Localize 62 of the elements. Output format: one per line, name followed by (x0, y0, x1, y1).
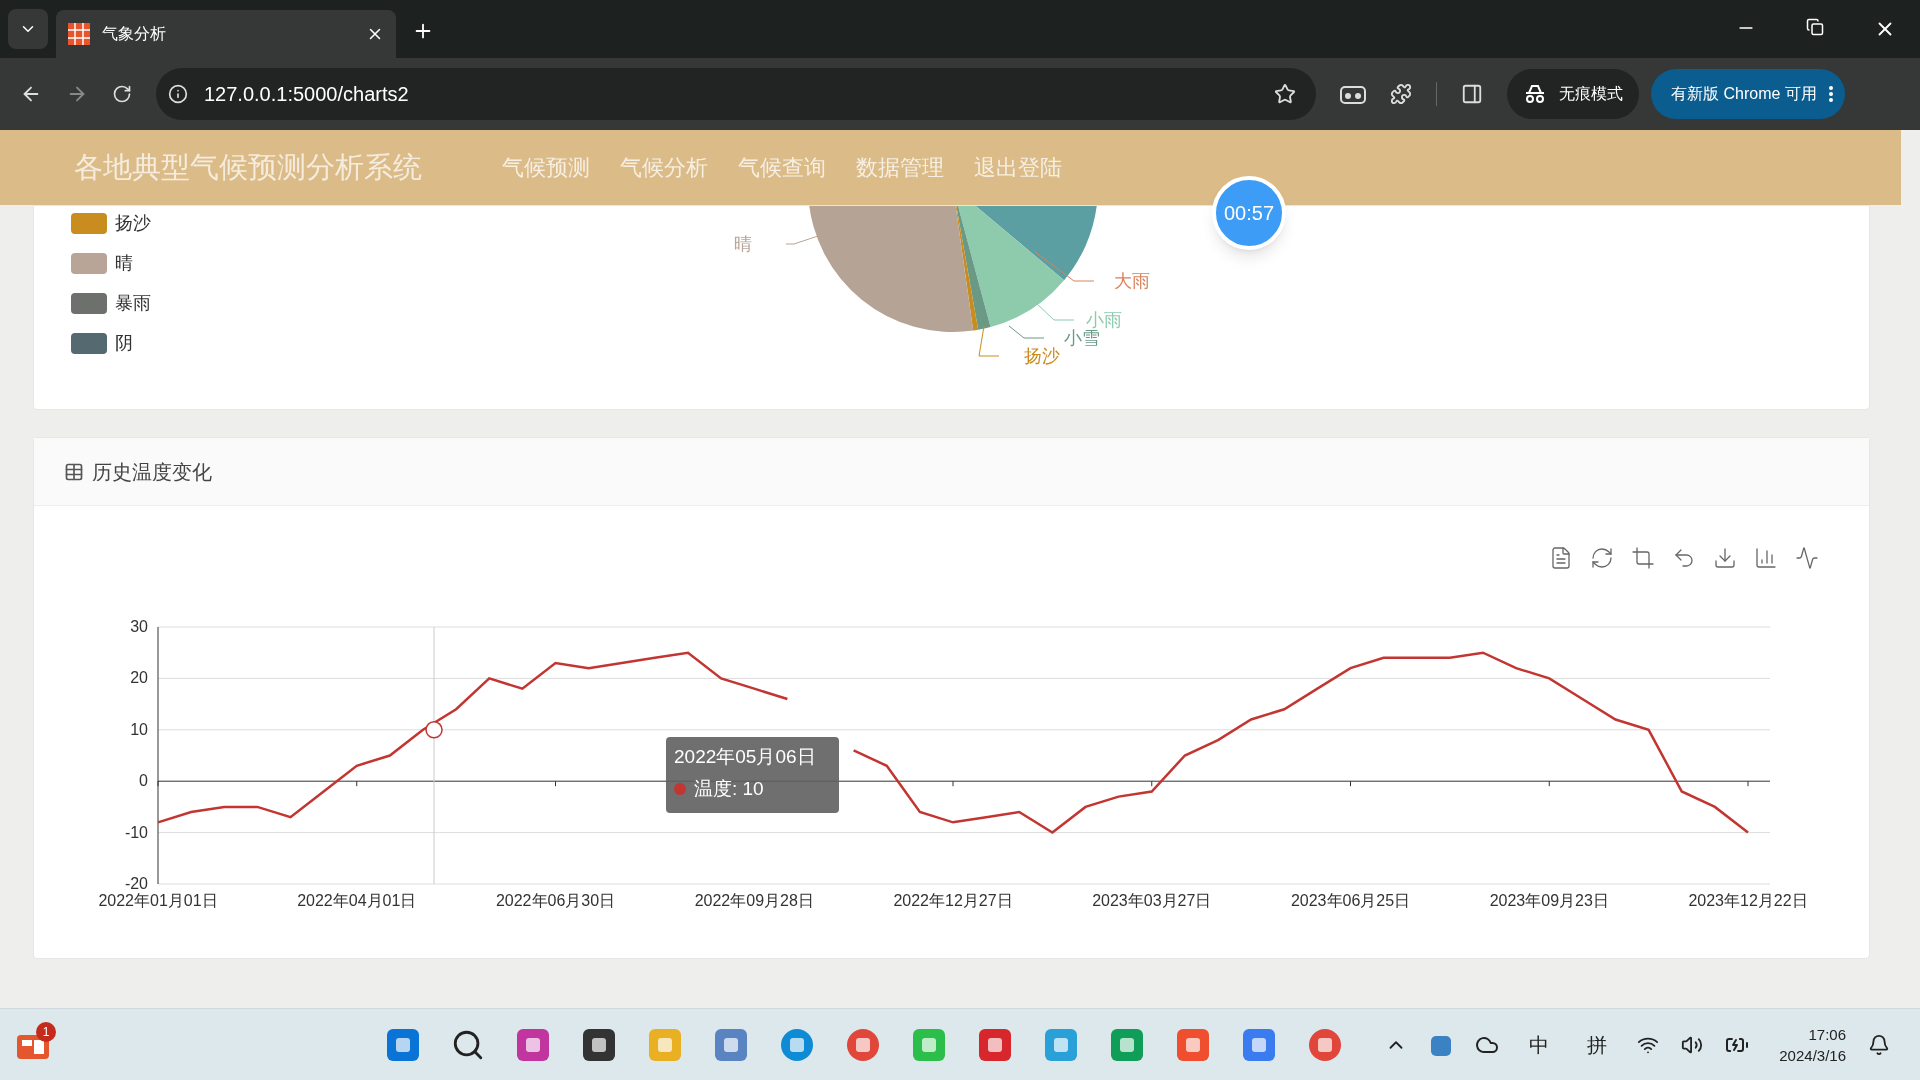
notification-badge: 1 (36, 1021, 56, 1042)
table-icon (64, 461, 84, 482)
tooltip-date: 2022年05月06日 (674, 745, 817, 769)
y-tick-label: 30 (130, 618, 148, 635)
more-icon (1828, 86, 1833, 102)
pie-label: 小雪 (1064, 329, 1100, 347)
zoom-select-icon[interactable] (1631, 546, 1655, 570)
x-tick-label: 2022年04月01日 (297, 892, 417, 909)
tooltip-value: 温度: 10 (694, 777, 764, 801)
incognito-label: 无痕模式 (1559, 84, 1623, 104)
x-tick-label: 2022年01月01日 (98, 892, 218, 909)
leader-line (1033, 250, 1095, 282)
incognito-icon[interactable] (1340, 83, 1366, 105)
pie-label: 大雨 (1114, 272, 1150, 290)
x-tick-label: 2023年09月23日 (1489, 892, 1609, 909)
notifications-icon[interactable] (1868, 1033, 1890, 1056)
x-tick-label: 2023年06月25日 (1290, 892, 1411, 909)
legend-label: 阴 (115, 332, 133, 355)
site-info-icon[interactable] (168, 84, 188, 104)
clock[interactable]: 17:06 2024/3/16 (1779, 1023, 1846, 1066)
legend-label: 扬沙 (115, 212, 151, 235)
x-tick-label: 2023年03月27日 (1092, 892, 1212, 909)
incognito-badge[interactable]: 无痕模式 (1507, 69, 1639, 119)
browser-tab[interactable]: 气象分析 (56, 10, 396, 58)
bar-chart-icon[interactable] (1754, 546, 1778, 570)
y-tick-label: 20 (130, 669, 148, 687)
data-view-icon[interactable] (1549, 546, 1573, 570)
address-bar[interactable]: 127.0.0.1:5000/charts2 (156, 68, 1316, 120)
reload-icon[interactable] (112, 84, 132, 104)
download-icon[interactable] (1713, 546, 1737, 570)
card-title: 历史温度变化 (92, 459, 212, 485)
x-tick-label: 2022年06月30日 (495, 892, 616, 909)
y-tick-label: -20 (124, 875, 148, 892)
url-text: 127.0.0.1:5000/charts2 (204, 82, 410, 107)
update-chrome-button[interactable]: 有新版 Chrome 可用 (1651, 69, 1845, 119)
pie-label: 扬沙 (1024, 347, 1060, 365)
y-tick-label: -10 (124, 823, 148, 841)
grid-favicon (68, 23, 90, 45)
legend-label: 晴 (115, 252, 133, 275)
x-tick-label: 2023年12月22日 (1688, 892, 1808, 909)
clock-date: 2024/3/16 (1779, 1045, 1846, 1066)
incognito-icon (1523, 84, 1547, 104)
input-method-label[interactable]: 拼 (1579, 1029, 1616, 1060)
leader-line (978, 325, 1000, 357)
line-chart-icon[interactable] (1795, 546, 1819, 570)
bookmark-icon[interactable] (1274, 83, 1296, 105)
legend-label: 暴雨 (115, 292, 151, 315)
extensions-icon[interactable] (1390, 83, 1412, 105)
restore-icon[interactable] (1806, 18, 1824, 36)
app-title: 各地典型气候预测分析系统 (74, 149, 422, 185)
clock-time: 17:06 (1808, 1024, 1846, 1045)
pie-label: 晴 (734, 235, 752, 253)
pie-label: 小雨 (1086, 311, 1122, 329)
x-tick-label: 2022年12月27日 (893, 892, 1013, 909)
y-tick-label: 0 (139, 772, 148, 790)
side-panel-icon[interactable] (1461, 83, 1483, 105)
refresh-icon[interactable] (1590, 546, 1614, 570)
point-marker (425, 721, 443, 739)
input-method-label[interactable]: 中 (1521, 1029, 1558, 1060)
y-tick-label: 10 (130, 720, 148, 738)
x-tick-label: 2022年09月28日 (694, 892, 814, 909)
leader-line (1008, 325, 1045, 339)
